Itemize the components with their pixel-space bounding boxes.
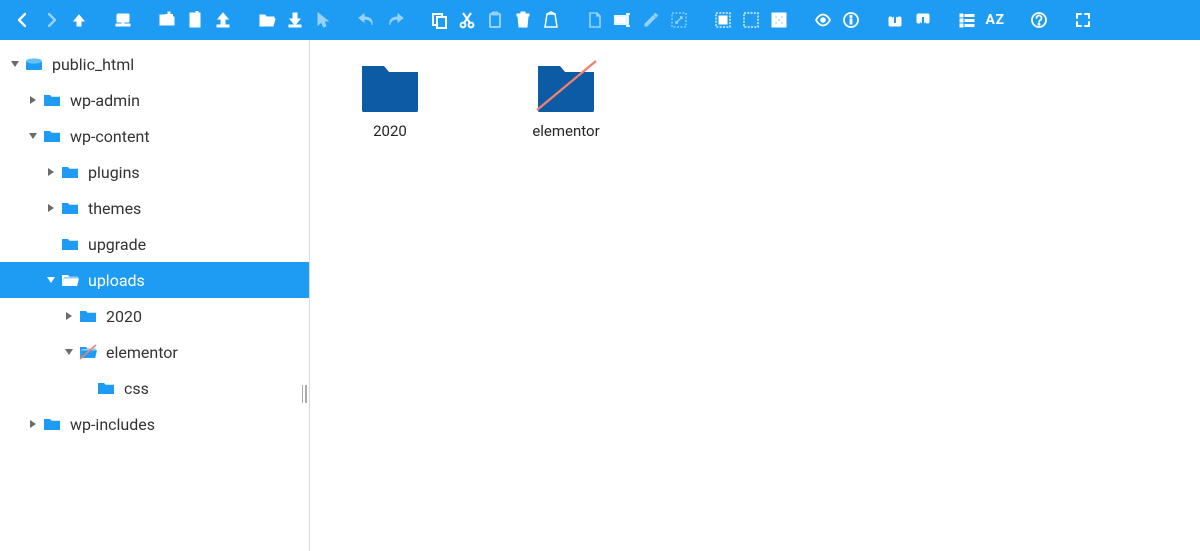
up-icon[interactable] — [66, 7, 92, 33]
extract-icon[interactable] — [882, 7, 908, 33]
tree-node-elementor[interactable]: elementor — [0, 334, 309, 370]
tree-label: public_html — [52, 55, 134, 74]
tree-node-wp-admin[interactable]: wp-admin — [0, 82, 309, 118]
sort-icon[interactable]: AZ — [982, 7, 1008, 33]
toolbar: AZ — [0, 0, 1200, 40]
folder-label: elementor — [532, 122, 599, 140]
tree-node-plugins[interactable]: plugins — [0, 154, 309, 190]
chevron-right-icon[interactable] — [26, 93, 40, 107]
netmount-icon[interactable] — [110, 7, 136, 33]
folder-open-icon — [60, 270, 80, 290]
delete-icon[interactable] — [510, 7, 536, 33]
folder-label: 2020 — [373, 122, 407, 140]
sort-label: AZ — [986, 12, 1005, 28]
new-folder-icon[interactable] — [154, 7, 180, 33]
tree-node-css[interactable]: css — [0, 370, 309, 406]
folder-icon — [60, 234, 80, 254]
folder-icon — [42, 414, 62, 434]
folder-icon — [42, 126, 62, 146]
chevron-right-icon[interactable] — [44, 201, 58, 215]
tree-label: wp-admin — [70, 91, 140, 110]
folder-open-icon — [78, 342, 98, 362]
tree-label: wp-includes — [70, 415, 155, 434]
paste-icon[interactable] — [482, 7, 508, 33]
copy-icon[interactable] — [426, 7, 452, 33]
select-all-icon[interactable] — [710, 7, 736, 33]
tree-node-public-html[interactable]: public_html — [0, 46, 309, 82]
duplicate-icon[interactable] — [582, 7, 608, 33]
fullscreen-icon[interactable] — [1070, 7, 1096, 33]
view-list-icon[interactable] — [954, 7, 980, 33]
tree-node-uploads[interactable]: uploads — [0, 262, 309, 298]
back-icon[interactable] — [10, 7, 36, 33]
resize-handle-icon[interactable] — [302, 385, 307, 403]
info-icon[interactable] — [838, 7, 864, 33]
tree-sidebar: public_html wp-admin wp-content plugins … — [0, 40, 310, 551]
open-folder-icon[interactable] — [254, 7, 280, 33]
chevron-down-icon[interactable] — [8, 57, 22, 71]
chevron-down-icon[interactable] — [26, 129, 40, 143]
folder-icon — [60, 162, 80, 182]
folder-item-2020[interactable]: 2020 — [330, 58, 450, 140]
tree-node-wp-content[interactable]: wp-content — [0, 118, 309, 154]
tree-label: uploads — [88, 271, 145, 290]
resize-icon[interactable] — [666, 7, 692, 33]
tree-node-themes[interactable]: themes — [0, 190, 309, 226]
cut-icon[interactable] — [454, 7, 480, 33]
upload-icon[interactable] — [210, 7, 236, 33]
cursor-icon[interactable] — [310, 7, 336, 33]
tree-node-wp-includes[interactable]: wp-includes — [0, 406, 309, 442]
tree-label: upgrade — [88, 235, 146, 254]
select-none-icon[interactable] — [738, 7, 764, 33]
tree-label: wp-content — [70, 127, 150, 146]
empty-icon[interactable] — [538, 7, 564, 33]
chevron-right-icon[interactable] — [62, 309, 76, 323]
content-pane[interactable]: 2020 elementor — [310, 40, 1200, 551]
new-file-icon[interactable] — [182, 7, 208, 33]
archive-icon[interactable] — [910, 7, 936, 33]
undo-icon[interactable] — [354, 7, 380, 33]
tree-node-2020[interactable]: 2020 — [0, 298, 309, 334]
tree-label: elementor — [106, 343, 178, 362]
chevron-right-icon[interactable] — [44, 165, 58, 179]
forward-icon[interactable] — [38, 7, 64, 33]
chevron-down-icon[interactable] — [44, 273, 58, 287]
folder-icon — [78, 306, 98, 326]
folder-icon — [358, 58, 422, 112]
disk-icon — [24, 54, 44, 74]
folder-icon — [96, 378, 116, 398]
chevron-down-icon[interactable] — [62, 345, 76, 359]
tree-label: plugins — [88, 163, 140, 182]
rename-icon[interactable] — [610, 7, 636, 33]
tree-label: 2020 — [106, 307, 142, 326]
preview-icon[interactable] — [810, 7, 836, 33]
folder-item-elementor[interactable]: elementor — [506, 58, 626, 140]
folder-icon — [60, 198, 80, 218]
download-icon[interactable] — [282, 7, 308, 33]
folder-icon — [42, 90, 62, 110]
invert-selection-icon[interactable] — [766, 7, 792, 33]
tree-label: css — [124, 379, 149, 398]
tree-node-upgrade[interactable]: upgrade — [0, 226, 309, 262]
edit-icon[interactable] — [638, 7, 664, 33]
folder-icon — [534, 58, 598, 112]
chevron-right-icon[interactable] — [26, 417, 40, 431]
redo-icon[interactable] — [382, 7, 408, 33]
tree-label: themes — [88, 199, 141, 218]
help-icon[interactable] — [1026, 7, 1052, 33]
